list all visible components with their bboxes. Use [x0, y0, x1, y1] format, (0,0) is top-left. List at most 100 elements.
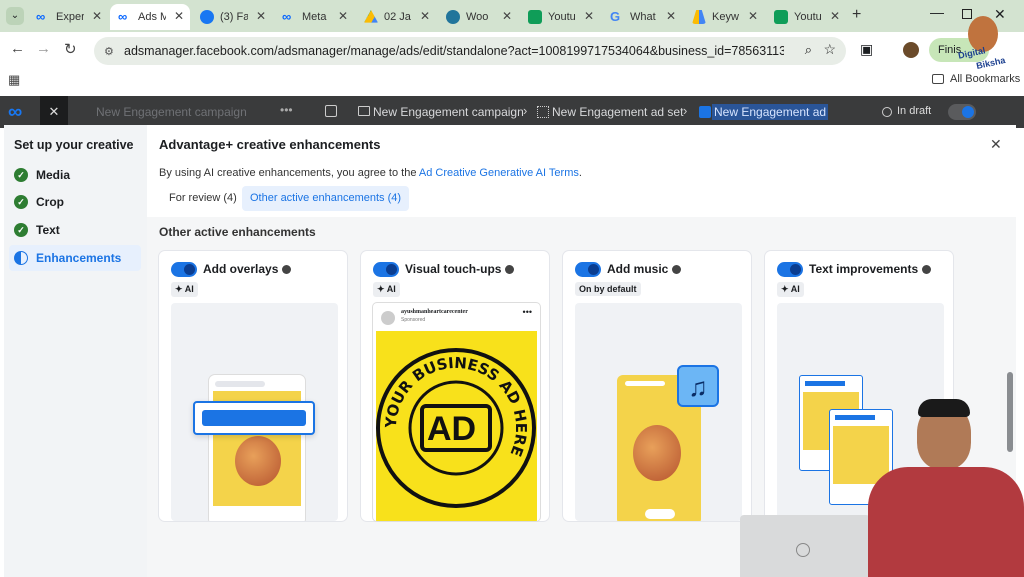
new-tab-icon[interactable]: +	[852, 6, 861, 24]
close-tab-icon[interactable]: ✕	[174, 9, 184, 23]
close-tab-icon[interactable]: ✕	[92, 9, 102, 23]
forward-icon[interactable]: →	[36, 40, 51, 57]
close-tab-icon[interactable]: ✕	[584, 9, 594, 23]
step-text[interactable]: ✓ Text	[14, 223, 60, 237]
check-icon: ✓	[14, 195, 28, 209]
breadcrumb-ad-set[interactable]: New Engagement ad set	[552, 105, 683, 119]
chevron-right-icon: ›	[523, 103, 528, 118]
creative-setup-sidebar: Set up your creative ✓ Media ✓ Crop ✓ Text …	[4, 125, 147, 577]
ads-manager-topbar: ∞ ✕ New Engagement campaign ••• New Enga…	[0, 96, 1024, 128]
zoom-icon[interactable]: ⌕	[805, 42, 812, 58]
close-tab-icon[interactable]: ✕	[748, 9, 758, 23]
close-tab-icon[interactable]: ✕	[256, 9, 266, 23]
music-preview: ♫	[575, 303, 742, 521]
tab-other-active[interactable]: Other active enhancements (4)	[242, 186, 410, 211]
tab-search-button[interactable]: ⌄	[6, 7, 24, 25]
browser-tab[interactable]: Youtu ✕	[520, 4, 600, 30]
bookmark-star-icon[interactable]: ☆	[823, 41, 836, 58]
breadcrumb-campaign[interactable]: New Engagement campaign	[373, 105, 524, 119]
overlays-toggle[interactable]	[171, 262, 197, 277]
close-tab-icon[interactable]: ✕	[666, 9, 676, 23]
meta-favicon-icon: ∞	[118, 9, 128, 24]
text-improvements-toggle[interactable]	[777, 262, 803, 277]
info-icon[interactable]	[505, 265, 515, 275]
browser-tab[interactable]: Woo ✕	[438, 4, 518, 30]
channel-watermark: Digital Biksha	[956, 16, 1012, 72]
ai-badge: ✦ AI	[777, 282, 804, 297]
extensions-icon[interactable]: ▣	[860, 41, 873, 58]
browser-tab[interactable]: 02 Ja ✕	[356, 4, 436, 30]
close-tab-icon[interactable]: ✕	[338, 9, 348, 23]
ad-creative-image: YOUR BUSINESS AD HERE AD	[376, 331, 537, 521]
post-menu-icon[interactable]: •••	[523, 307, 532, 317]
sidebar-toggle-icon[interactable]	[325, 105, 337, 117]
bookmarks-bar: ▦ All Bookmarks	[0, 68, 1024, 92]
check-icon: ✓	[14, 168, 28, 182]
close-tab-icon[interactable]: ✕	[420, 9, 430, 23]
back-icon[interactable]: ←	[10, 40, 25, 57]
site-settings-icon[interactable]: ⚙	[104, 45, 114, 58]
modal-title: Advantage+ creative enhancements	[159, 137, 381, 152]
folder-icon	[358, 106, 370, 116]
music-note-icon: ♫	[677, 365, 719, 407]
breadcrumb-ad[interactable]: New Engagement ad	[712, 104, 829, 120]
drive-favicon-icon	[364, 10, 378, 23]
music-toggle[interactable]	[575, 262, 601, 277]
tab-for-review[interactable]: For review (4)	[161, 186, 245, 211]
close-modal-icon[interactable]: ✕	[990, 136, 1002, 153]
enhancement-card-overlays: Add overlays ✦ AI	[159, 251, 347, 521]
apps-grid-icon[interactable]: ▦	[8, 72, 20, 88]
browser-tab[interactable]: G What ✕	[602, 4, 682, 30]
info-icon[interactable]	[282, 265, 292, 275]
check-icon: ✓	[14, 223, 28, 237]
info-icon[interactable]	[922, 265, 932, 275]
google-ads-favicon-icon	[692, 10, 706, 24]
overlay-preview	[171, 303, 338, 521]
avatar	[381, 311, 395, 325]
touchups-toggle[interactable]	[373, 262, 399, 277]
phone-mock	[209, 375, 305, 521]
meta-favicon-icon: ∞	[282, 9, 292, 24]
on-by-default-badge: On by default	[575, 282, 641, 296]
wordpress-favicon-icon	[446, 10, 460, 24]
sheets-favicon-icon	[774, 10, 788, 24]
meta-favicon-icon: ∞	[36, 9, 46, 24]
more-options-icon[interactable]: •••	[280, 103, 293, 117]
terms-description: By using AI creative enhancements, you a…	[159, 167, 582, 179]
close-tab-icon[interactable]: ✕	[502, 9, 512, 23]
ai-terms-link[interactable]: Ad Creative Generative AI Terms	[419, 167, 579, 179]
sidebar-title: Set up your creative	[14, 138, 134, 152]
step-media[interactable]: ✓ Media	[14, 168, 70, 182]
step-crop[interactable]: ✓ Crop	[14, 195, 64, 209]
laptop	[740, 515, 870, 577]
browser-tab[interactable]: (3) Fa ✕	[192, 4, 272, 30]
sheets-favicon-icon	[528, 10, 542, 24]
ad-preview: ayushmanheartcarecenter Sponsored ••• YO…	[373, 303, 540, 521]
browser-tab[interactable]: Youtu ✕	[766, 4, 846, 30]
presenter-video	[740, 395, 1024, 577]
facebook-favicon-icon	[200, 10, 214, 24]
profile-avatar[interactable]	[903, 42, 919, 58]
meta-logo-icon: ∞	[8, 101, 23, 123]
browser-tab-active[interactable]: ∞ Ads M ✕	[110, 4, 190, 30]
close-editor-icon[interactable]: ✕	[40, 96, 68, 128]
info-icon[interactable]	[672, 265, 682, 275]
half-circle-icon	[14, 251, 28, 265]
browser-tab[interactable]: ∞ Exper ✕	[28, 4, 108, 30]
close-tab-icon[interactable]: ✕	[830, 9, 840, 23]
browser-tab[interactable]: Keyw ✕	[684, 4, 764, 30]
ad-set-grid-icon	[537, 106, 549, 118]
status-label: In draft	[897, 105, 932, 117]
browser-tab[interactable]: ∞ Meta ✕	[274, 4, 354, 30]
laptop-logo-icon	[796, 543, 810, 557]
ad-status-toggle[interactable]	[948, 104, 976, 120]
chevron-right-icon: ›	[683, 103, 688, 118]
address-bar[interactable]: ⚙ adsmanager.facebook.com/adsmanager/man…	[94, 37, 846, 65]
minimize-window-icon[interactable]: —	[930, 4, 944, 20]
step-enhancements[interactable]: Enhancements	[9, 245, 141, 271]
browser-toolbar: ← → ↻ ⚙ adsmanager.facebook.com/adsmanag…	[0, 32, 1024, 68]
presenter-shirt	[868, 467, 1024, 577]
enhancement-card-visual-touchups: Visual touch-ups ✦ AI ayushmanheartcarec…	[361, 251, 549, 521]
all-bookmarks-link[interactable]: All Bookmarks	[950, 73, 1020, 85]
reload-icon[interactable]: ↻	[64, 40, 77, 58]
